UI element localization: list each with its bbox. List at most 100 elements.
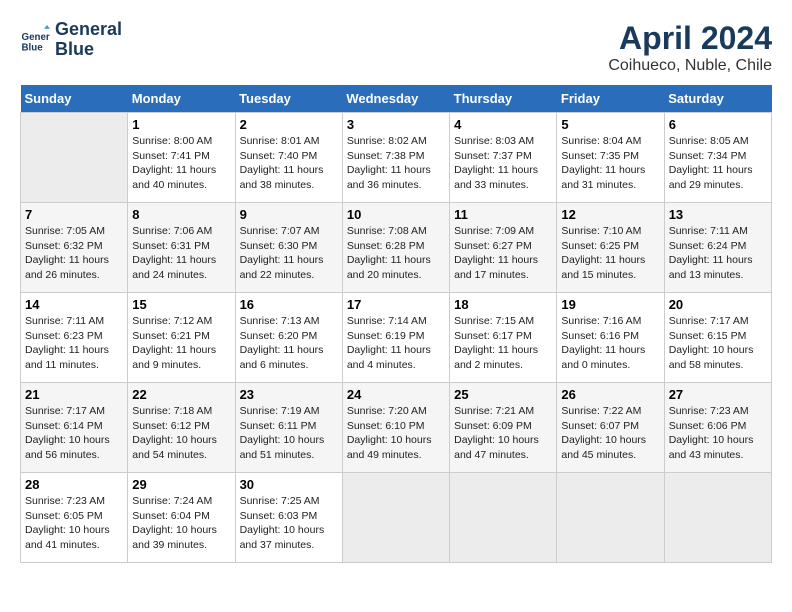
day-info: Sunrise: 7:24 AM Sunset: 6:04 PM Dayligh… <box>132 494 230 553</box>
day-info: Sunrise: 7:15 AM Sunset: 6:17 PM Dayligh… <box>454 314 552 373</box>
sunrise-time: Sunrise: 7:23 AM <box>25 495 105 507</box>
day-number: 5 <box>561 117 659 132</box>
sunrise-time: Sunrise: 7:24 AM <box>132 495 212 507</box>
day-number: 12 <box>561 207 659 222</box>
calendar-cell: 27 Sunrise: 7:23 AM Sunset: 6:06 PM Dayl… <box>664 383 771 473</box>
day-info: Sunrise: 7:18 AM Sunset: 6:12 PM Dayligh… <box>132 404 230 463</box>
sunrise-time: Sunrise: 7:23 AM <box>669 405 749 417</box>
sunrise-time: Sunrise: 7:17 AM <box>25 405 105 417</box>
daylight-hours: Daylight: 11 hours and 26 minutes. <box>25 254 109 281</box>
logo-icon: General Blue <box>20 25 50 55</box>
sunset-time: Sunset: 6:12 PM <box>132 420 210 432</box>
day-number: 9 <box>240 207 338 222</box>
calendar-cell: 22 Sunrise: 7:18 AM Sunset: 6:12 PM Dayl… <box>128 383 235 473</box>
sunset-time: Sunset: 6:15 PM <box>669 330 747 342</box>
sunrise-time: Sunrise: 7:08 AM <box>347 225 427 237</box>
svg-text:Blue: Blue <box>22 42 44 53</box>
sunset-time: Sunset: 6:09 PM <box>454 420 532 432</box>
day-info: Sunrise: 7:09 AM Sunset: 6:27 PM Dayligh… <box>454 224 552 283</box>
daylight-hours: Daylight: 11 hours and 15 minutes. <box>561 254 645 281</box>
calendar-cell <box>557 473 664 563</box>
calendar-cell: 14 Sunrise: 7:11 AM Sunset: 6:23 PM Dayl… <box>21 293 128 383</box>
sunset-time: Sunset: 6:19 PM <box>347 330 425 342</box>
day-number: 24 <box>347 387 445 402</box>
daylight-hours: Daylight: 11 hours and 17 minutes. <box>454 254 538 281</box>
calendar-cell: 23 Sunrise: 7:19 AM Sunset: 6:11 PM Dayl… <box>235 383 342 473</box>
calendar-cell: 26 Sunrise: 7:22 AM Sunset: 6:07 PM Dayl… <box>557 383 664 473</box>
calendar-cell: 18 Sunrise: 7:15 AM Sunset: 6:17 PM Dayl… <box>450 293 557 383</box>
calendar-cell: 30 Sunrise: 7:25 AM Sunset: 6:03 PM Dayl… <box>235 473 342 563</box>
day-info: Sunrise: 7:17 AM Sunset: 6:15 PM Dayligh… <box>669 314 767 373</box>
day-number: 15 <box>132 297 230 312</box>
daylight-hours: Daylight: 10 hours and 49 minutes. <box>347 434 432 461</box>
calendar-cell: 2 Sunrise: 8:01 AM Sunset: 7:40 PM Dayli… <box>235 113 342 203</box>
daylight-hours: Daylight: 11 hours and 22 minutes. <box>240 254 324 281</box>
sunset-time: Sunset: 6:11 PM <box>240 420 317 432</box>
calendar-cell: 24 Sunrise: 7:20 AM Sunset: 6:10 PM Dayl… <box>342 383 449 473</box>
sunrise-time: Sunrise: 7:05 AM <box>25 225 105 237</box>
sunset-time: Sunset: 6:31 PM <box>132 240 210 252</box>
day-number: 11 <box>454 207 552 222</box>
calendar-week-row: 1 Sunrise: 8:00 AM Sunset: 7:41 PM Dayli… <box>21 113 772 203</box>
calendar-cell: 7 Sunrise: 7:05 AM Sunset: 6:32 PM Dayli… <box>21 203 128 293</box>
day-number: 4 <box>454 117 552 132</box>
day-number: 28 <box>25 477 123 492</box>
calendar-cell: 17 Sunrise: 7:14 AM Sunset: 6:19 PM Dayl… <box>342 293 449 383</box>
daylight-hours: Daylight: 11 hours and 31 minutes. <box>561 164 645 191</box>
weekday-header-wednesday: Wednesday <box>342 85 449 113</box>
calendar-cell: 6 Sunrise: 8:05 AM Sunset: 7:34 PM Dayli… <box>664 113 771 203</box>
daylight-hours: Daylight: 11 hours and 4 minutes. <box>347 344 431 371</box>
sunrise-time: Sunrise: 7:19 AM <box>240 405 320 417</box>
calendar-week-row: 28 Sunrise: 7:23 AM Sunset: 6:05 PM Dayl… <box>21 473 772 563</box>
day-info: Sunrise: 7:25 AM Sunset: 6:03 PM Dayligh… <box>240 494 338 553</box>
sunset-time: Sunset: 6:07 PM <box>561 420 639 432</box>
day-number: 14 <box>25 297 123 312</box>
day-number: 30 <box>240 477 338 492</box>
day-info: Sunrise: 7:23 AM Sunset: 6:05 PM Dayligh… <box>25 494 123 553</box>
weekday-header-sunday: Sunday <box>21 85 128 113</box>
day-info: Sunrise: 7:10 AM Sunset: 6:25 PM Dayligh… <box>561 224 659 283</box>
title-block: April 2024 Coihueco, Nuble, Chile <box>608 20 772 75</box>
daylight-hours: Daylight: 10 hours and 39 minutes. <box>132 524 217 551</box>
daylight-hours: Daylight: 10 hours and 54 minutes. <box>132 434 217 461</box>
daylight-hours: Daylight: 11 hours and 20 minutes. <box>347 254 431 281</box>
day-info: Sunrise: 8:04 AM Sunset: 7:35 PM Dayligh… <box>561 134 659 193</box>
sunrise-time: Sunrise: 7:09 AM <box>454 225 534 237</box>
sunset-time: Sunset: 7:34 PM <box>669 150 747 162</box>
calendar-cell <box>21 113 128 203</box>
day-info: Sunrise: 7:17 AM Sunset: 6:14 PM Dayligh… <box>25 404 123 463</box>
logo-line2: Blue <box>55 40 122 60</box>
calendar-cell: 25 Sunrise: 7:21 AM Sunset: 6:09 PM Dayl… <box>450 383 557 473</box>
logo: General Blue General Blue <box>20 20 122 60</box>
sunset-time: Sunset: 6:30 PM <box>240 240 318 252</box>
day-number: 21 <box>25 387 123 402</box>
calendar-table: SundayMondayTuesdayWednesdayThursdayFrid… <box>20 85 772 563</box>
day-number: 3 <box>347 117 445 132</box>
daylight-hours: Daylight: 11 hours and 9 minutes. <box>132 344 216 371</box>
sunrise-time: Sunrise: 7:15 AM <box>454 315 534 327</box>
day-number: 23 <box>240 387 338 402</box>
weekday-header-row: SundayMondayTuesdayWednesdayThursdayFrid… <box>21 85 772 113</box>
day-info: Sunrise: 8:02 AM Sunset: 7:38 PM Dayligh… <box>347 134 445 193</box>
day-number: 27 <box>669 387 767 402</box>
day-number: 22 <box>132 387 230 402</box>
sunset-time: Sunset: 7:38 PM <box>347 150 425 162</box>
daylight-hours: Daylight: 11 hours and 36 minutes. <box>347 164 431 191</box>
sunset-time: Sunset: 6:05 PM <box>25 510 103 522</box>
day-info: Sunrise: 7:05 AM Sunset: 6:32 PM Dayligh… <box>25 224 123 283</box>
sunset-time: Sunset: 7:40 PM <box>240 150 318 162</box>
daylight-hours: Daylight: 11 hours and 24 minutes. <box>132 254 216 281</box>
calendar-cell: 28 Sunrise: 7:23 AM Sunset: 6:05 PM Dayl… <box>21 473 128 563</box>
sunset-time: Sunset: 6:10 PM <box>347 420 425 432</box>
sunrise-time: Sunrise: 7:22 AM <box>561 405 641 417</box>
day-number: 29 <box>132 477 230 492</box>
day-number: 25 <box>454 387 552 402</box>
sunset-time: Sunset: 6:06 PM <box>669 420 747 432</box>
sunset-time: Sunset: 6:03 PM <box>240 510 318 522</box>
day-number: 6 <box>669 117 767 132</box>
day-info: Sunrise: 7:07 AM Sunset: 6:30 PM Dayligh… <box>240 224 338 283</box>
sunrise-time: Sunrise: 7:17 AM <box>669 315 749 327</box>
day-info: Sunrise: 7:23 AM Sunset: 6:06 PM Dayligh… <box>669 404 767 463</box>
day-number: 17 <box>347 297 445 312</box>
sunrise-time: Sunrise: 7:18 AM <box>132 405 212 417</box>
